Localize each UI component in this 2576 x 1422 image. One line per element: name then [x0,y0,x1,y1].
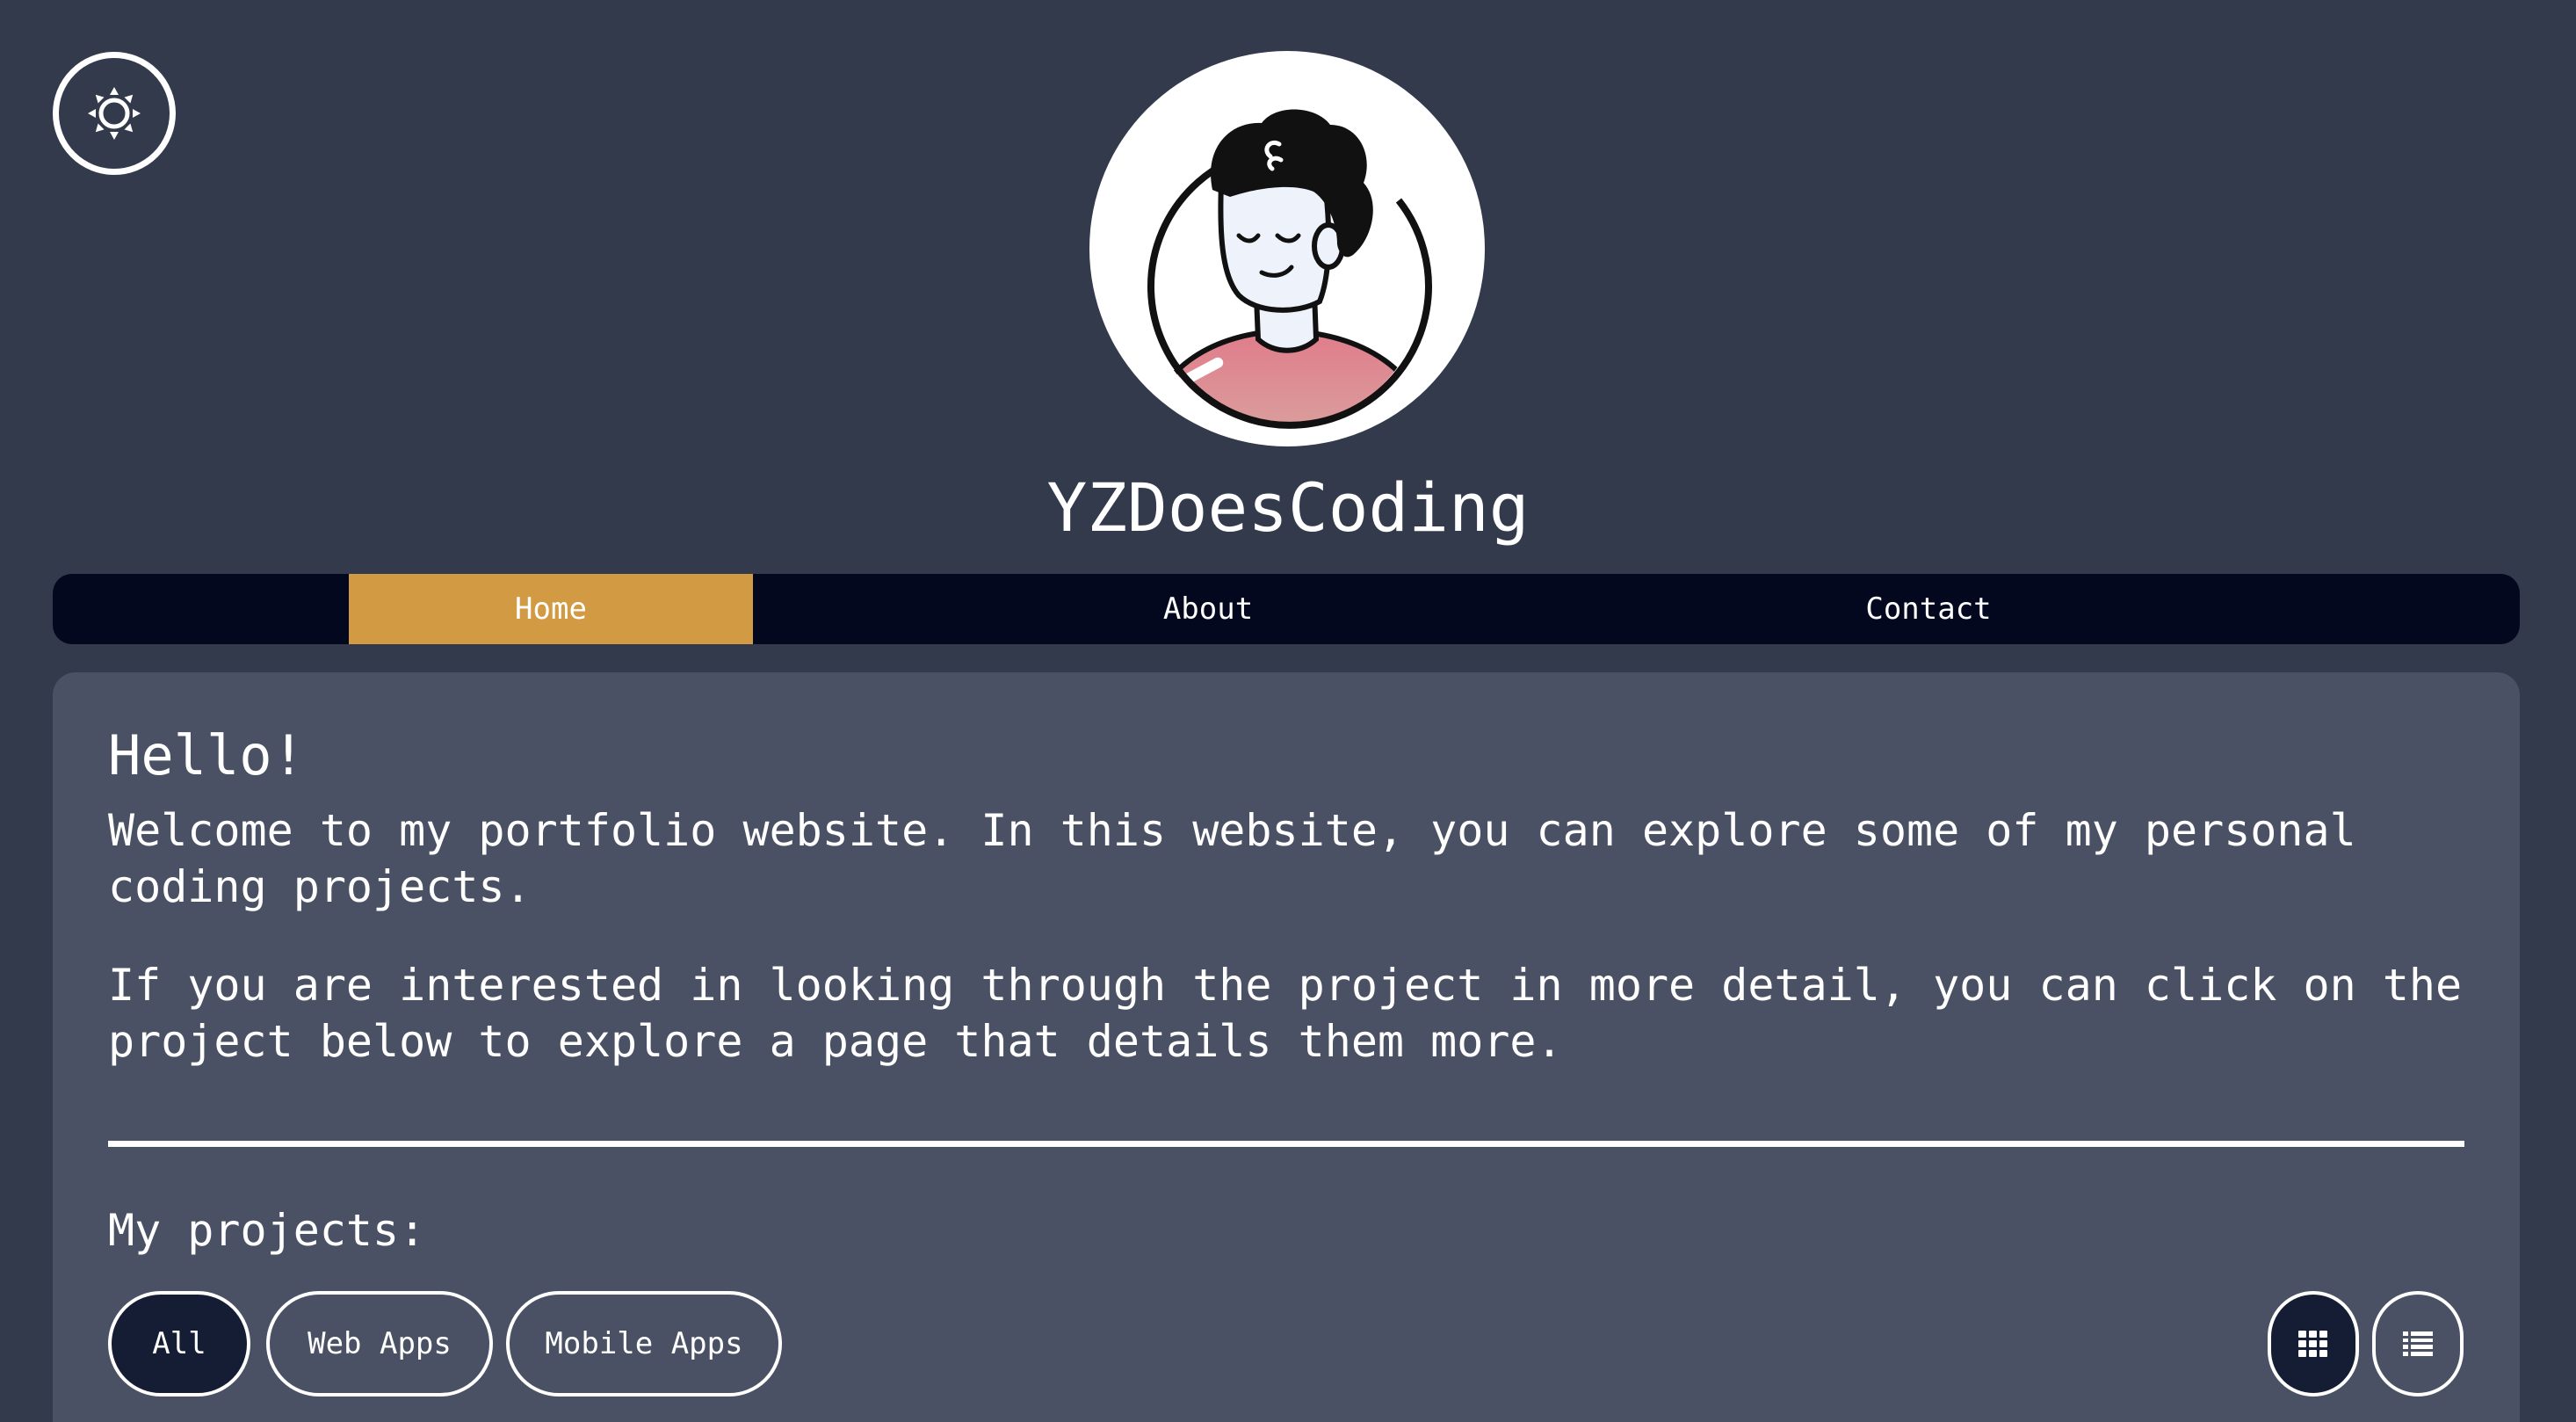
filter-all-button[interactable]: All [108,1291,250,1397]
main-nav: Home About Contact [53,574,2520,644]
detail-paragraph: If you are interested in looking through… [108,960,2463,1067]
greeting-heading: Hello! [108,723,305,787]
theme-toggle-button[interactable] [53,52,176,175]
page: YZDoesCoding Home About Contact Hello! W… [0,0,2576,1422]
list-view-button[interactable] [2372,1291,2464,1397]
content-card: Hello! Welcome to my portfolio website. … [53,672,2520,1422]
grid-view-icon [2298,1331,2327,1357]
intro-paragraph: Welcome to my portfolio website. In this… [108,805,2356,912]
grid-view-button[interactable] [2268,1291,2359,1397]
cartoon-avatar-icon [1146,109,1432,429]
list-view-icon [2403,1331,2433,1356]
section-divider [108,1141,2464,1147]
profile-avatar [1089,51,1485,446]
sun-icon [88,87,141,140]
nav-item-home[interactable]: Home [349,574,753,644]
nav-item-about[interactable]: About [1101,574,1315,644]
projects-heading: My projects: [108,1205,426,1256]
filter-mobile-apps-button[interactable]: Mobile Apps [506,1291,782,1397]
nav-item-contact[interactable]: Contact [1821,574,2036,644]
filter-web-apps-button[interactable]: Web Apps [266,1291,493,1397]
site-title: YZDoesCoding [1046,468,1530,547]
